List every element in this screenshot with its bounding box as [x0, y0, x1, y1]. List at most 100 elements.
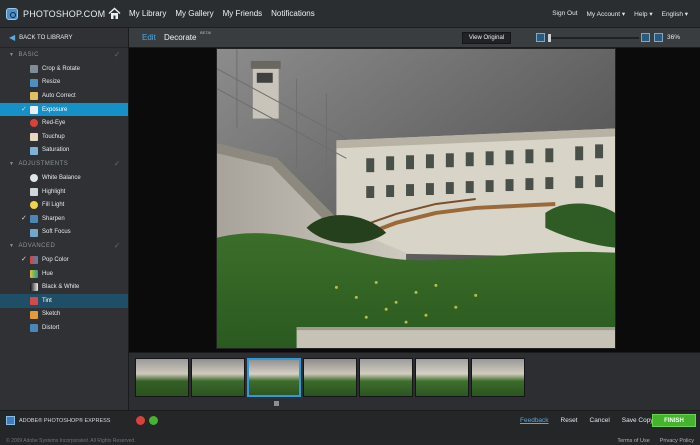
filmstrip-thumb[interactable] [415, 358, 469, 397]
resize-icon [30, 78, 38, 87]
fit-icon[interactable] [654, 33, 663, 42]
applied-check-icon: ✓ [21, 214, 27, 222]
filmstrip-thumb[interactable] [359, 358, 413, 397]
tool-fill-light[interactable]: Fill Light [0, 198, 128, 212]
finish-button[interactable]: FINISH [652, 414, 696, 427]
saturation-icon [30, 146, 38, 155]
photo-alcatraz[interactable] [216, 48, 616, 349]
tool-label: Distort [42, 324, 60, 331]
section-done-check-icon: ✓ [113, 50, 121, 59]
tool-exposure[interactable]: ✓ Exposure [0, 102, 128, 117]
filmstrip-thumb[interactable] [191, 358, 245, 397]
tool-touchup[interactable]: Touchup [0, 130, 128, 144]
tool-black-white[interactable]: Black & White [0, 280, 128, 294]
section-advanced[interactable]: ▼ ADVANCED ✓ [0, 239, 128, 253]
white-balance-icon [30, 174, 38, 183]
section-title: ADVANCED [18, 243, 56, 250]
filmstrip-thumb[interactable] [135, 358, 189, 397]
tab-decorate[interactable]: Decorate [164, 33, 196, 42]
cancel-button[interactable]: Cancel [590, 417, 610, 424]
wand-icon [30, 92, 38, 101]
exposure-icon [30, 105, 38, 114]
tool-label: Sketch [42, 311, 61, 318]
home-icon[interactable] [108, 7, 121, 20]
bulb-icon [30, 201, 38, 210]
image-canvas[interactable] [129, 48, 700, 352]
section-title: BASIC [18, 52, 39, 58]
tool-label: Touchup [42, 133, 65, 140]
terms-link[interactable]: Terms of Use [617, 438, 649, 444]
crop-icon [30, 65, 38, 73]
tool-saturation[interactable]: Saturation [0, 144, 128, 158]
zoom-slider-thumb[interactable] [548, 34, 551, 42]
tool-resize[interactable]: Resize [0, 76, 128, 90]
footer-bar: ADOBE® PHOTOSHOP® EXPRESS Feedback Reset… [0, 410, 700, 445]
tool-pop-color[interactable]: ✓ Pop Color [0, 253, 128, 267]
tool-label: Red-Eye [42, 120, 66, 127]
beta-badge: BETA! [200, 30, 212, 35]
help-menu[interactable]: Help ▾ [634, 10, 652, 18]
tool-sharpen[interactable]: ✓ Sharpen [0, 212, 128, 226]
tab-edit[interactable]: Edit [142, 33, 156, 42]
tool-label: Highlight [42, 188, 66, 195]
redo-icon[interactable] [149, 416, 158, 425]
tool-highlight[interactable]: Highlight [0, 185, 128, 199]
section-title: ADJUSTMENTS [18, 161, 69, 168]
my-account-menu[interactable]: My Account ▾ [587, 10, 626, 18]
tool-label: Resize [42, 79, 61, 86]
brand-text: ADOBE® PHOTOSHOP® EXPRESS [19, 417, 111, 424]
zoom-in-icon[interactable] [641, 33, 650, 42]
logo-text: PHOTOSHOP.COM [23, 9, 106, 19]
tool-label: Fill Light [42, 202, 65, 209]
hand-icon [30, 132, 38, 141]
save-copy-button[interactable]: Save Copy [622, 417, 654, 424]
tool-red-eye[interactable]: Red-Eye [0, 116, 128, 130]
nav-my-gallery[interactable]: My Gallery [175, 9, 213, 18]
tool-distort[interactable]: Distort [0, 321, 128, 335]
undo-icon[interactable] [136, 416, 145, 425]
tool-label: Crop & Rotate [42, 65, 81, 72]
filmstrip-thumb[interactable] [303, 358, 357, 397]
privacy-link[interactable]: Privacy Policy [660, 438, 694, 444]
applied-check-icon: ✓ [21, 256, 27, 264]
section-basic[interactable]: ▼ BASIC ✓ [0, 48, 128, 62]
tool-tint[interactable]: Tint [0, 293, 128, 308]
tool-label: Saturation [42, 147, 70, 154]
sign-out-link[interactable]: Sign Out [552, 10, 577, 18]
filmstrip-thumb-selected[interactable] [247, 358, 301, 397]
back-to-library-button[interactable]: ◀ BACK TO LIBRARY [0, 28, 128, 48]
filmstrip-scroll-handle[interactable] [274, 401, 279, 406]
tool-soft-focus[interactable]: Soft Focus [0, 226, 128, 240]
back-label: BACK TO LIBRARY [19, 34, 73, 41]
tool-sketch[interactable]: Sketch [0, 308, 128, 322]
nav-notifications[interactable]: Notifications [271, 9, 315, 18]
tool-label: Black & White [42, 284, 80, 291]
hue-icon [30, 269, 38, 278]
tool-label: White Balance [42, 174, 81, 181]
filmstrip-thumb[interactable] [471, 358, 525, 397]
back-arrow-icon: ◀ [9, 33, 16, 42]
tools-panel: ◀ BACK TO LIBRARY ▼ BASIC ✓ Crop & Rotat… [0, 28, 129, 430]
tool-label: Soft Focus [42, 229, 71, 236]
zoom-slider[interactable] [548, 34, 639, 42]
tool-label: Hue [42, 270, 54, 277]
nav-my-library[interactable]: My Library [129, 9, 166, 18]
section-adjustments[interactable]: ▼ ADJUSTMENTS ✓ [0, 157, 128, 171]
language-menu[interactable]: English ▾ [662, 10, 688, 18]
tool-crop-rotate[interactable]: Crop & Rotate [0, 62, 128, 76]
pop-color-icon [30, 256, 38, 265]
tool-white-balance[interactable]: White Balance [0, 171, 128, 185]
filmstrip [129, 352, 700, 410]
tool-auto-correct[interactable]: Auto Correct [0, 89, 128, 103]
tool-hue[interactable]: Hue [0, 267, 128, 281]
reset-button[interactable]: Reset [561, 417, 578, 424]
applied-check-icon: ✓ [21, 105, 27, 113]
top-bar: PHOTOSHOP.COM My Library My Gallery My F… [0, 0, 700, 28]
nav-my-friends[interactable]: My Friends [223, 9, 263, 18]
feedback-link[interactable]: Feedback [520, 417, 549, 424]
zoom-out-icon[interactable] [536, 33, 545, 42]
view-original-button[interactable]: View Original [462, 32, 511, 44]
collapse-triangle-icon: ▼ [9, 52, 15, 58]
photoshop-logo[interactable]: PHOTOSHOP.COM [6, 7, 105, 21]
section-done-check-icon: ✓ [113, 241, 121, 251]
